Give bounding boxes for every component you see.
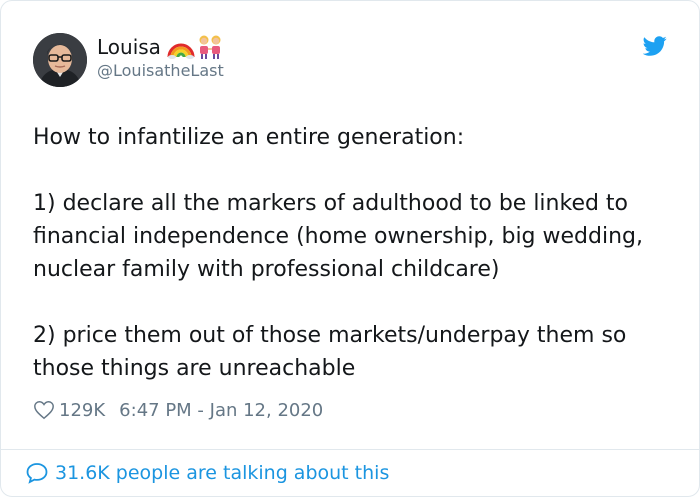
tweet-point-2: 2) price them out of those markets/under… xyxy=(33,323,627,381)
two-women-icon xyxy=(199,35,221,59)
avatar[interactable] xyxy=(33,33,87,87)
speech-bubble-icon xyxy=(26,463,48,484)
timestamp[interactable]: 6:47 PM - Jan 12, 2020 xyxy=(119,400,323,421)
user-name-row[interactable]: Louisa xyxy=(97,34,225,60)
user-name[interactable]: Louisa xyxy=(97,35,161,59)
tweet-text: How to infantilize an entire generation:… xyxy=(33,121,673,385)
name-emojis xyxy=(167,34,225,60)
user-handle[interactable]: @LouisatheLast xyxy=(97,61,224,80)
divider xyxy=(1,449,699,450)
talking-text[interactable]: 31.6K people are talking about this xyxy=(55,462,389,484)
talking-link[interactable]: 31.6K people are talking about this xyxy=(25,461,389,485)
like-count[interactable]: 129K xyxy=(59,400,105,421)
tweet-point-1: 1) declare all the markers of adulthood … xyxy=(33,191,643,282)
tweet-card: Louisa @LouisatheLast How to infantilize… xyxy=(0,0,700,497)
heart-icon[interactable] xyxy=(33,399,55,421)
rainbow-icon xyxy=(167,43,195,59)
tweet-intro: How to infantilize an entire generation: xyxy=(33,125,465,150)
twitter-bird-icon[interactable] xyxy=(643,34,667,58)
tweet-meta: 129K 6:47 PM - Jan 12, 2020 xyxy=(33,399,323,421)
